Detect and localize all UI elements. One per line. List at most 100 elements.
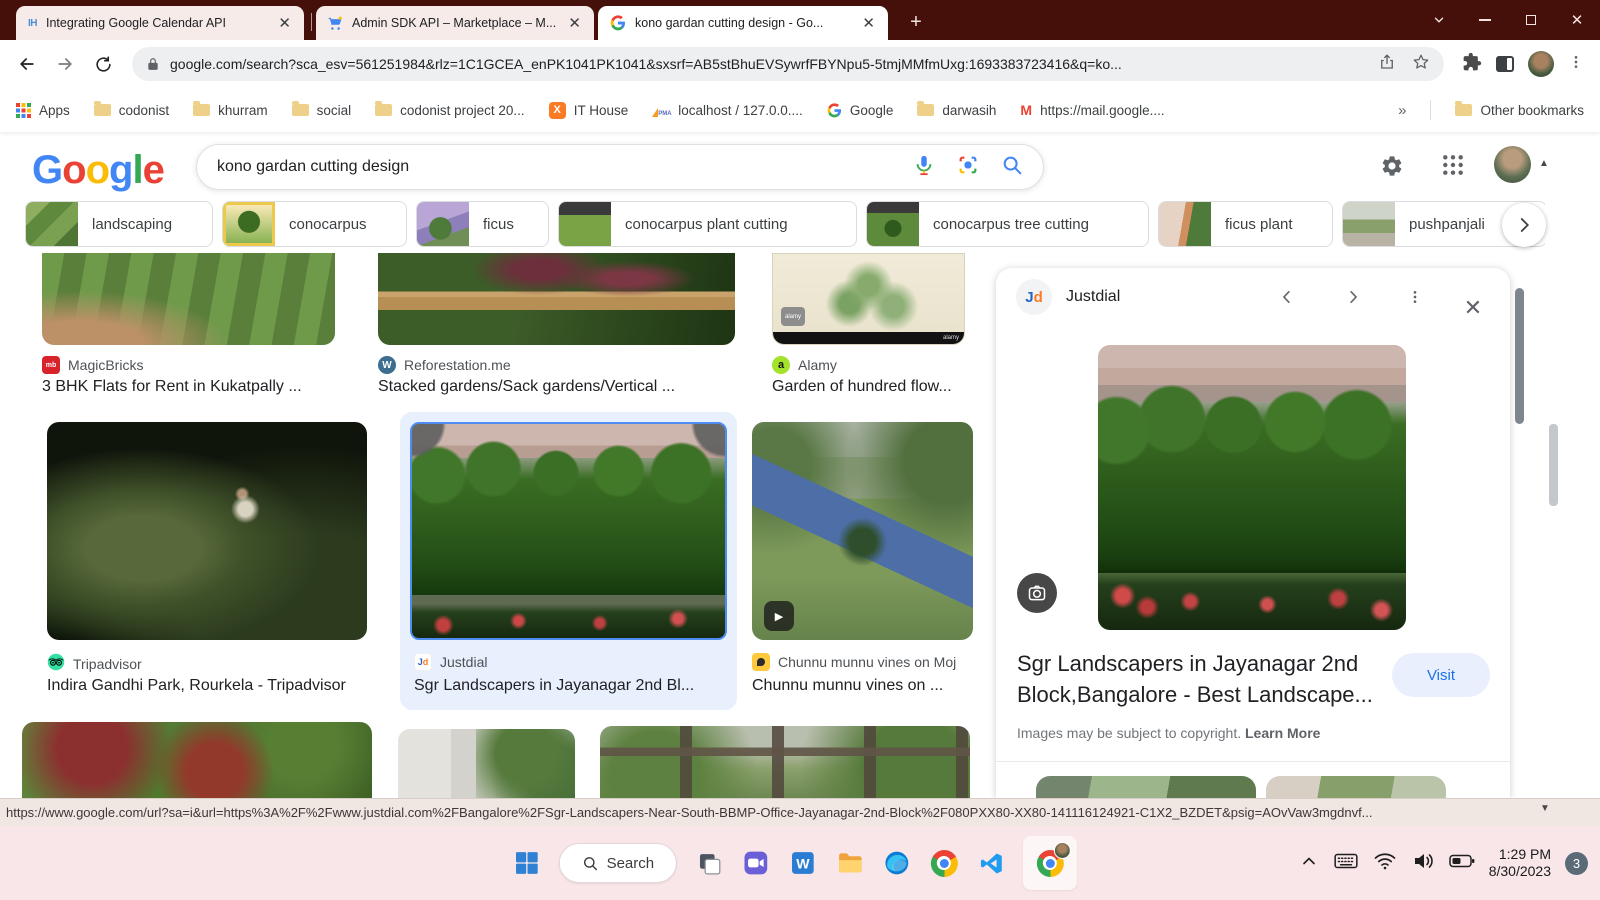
tray-chevron-up-icon[interactable] [1299,851,1319,876]
new-tab-button[interactable]: + [902,8,930,36]
chrome-button[interactable] [929,848,959,878]
search-inside-image-camera-icon[interactable] [1017,573,1057,613]
result-source[interactable]: aAlamy [772,356,837,374]
scrollbar-down-icon[interactable]: ▼ [1540,803,1550,814]
taskbar-clock[interactable]: 1:29 PM 8/30/2023 [1489,846,1551,880]
account-avatar[interactable] [1494,146,1531,183]
result-source[interactable]: mbMagicBricks [42,356,143,374]
bookmark-khurram[interactable]: khurram [193,103,268,118]
result-image-justdial-selected[interactable] [410,422,727,640]
result-source[interactable]: JdJustdial [414,653,487,671]
url-text[interactable]: google.com/search?sca_esv=561251984&rlz=… [170,56,1368,72]
browser-tab-admin-sdk[interactable]: Admin SDK API – Marketplace – M... ✕ [316,6,594,40]
preview-title[interactable]: Sgr Landscapers in Jayanagar 2nd Block,B… [1017,648,1382,710]
result-source[interactable]: Chunnu munnu vines on Moj [752,653,980,671]
forward-button[interactable] [46,45,84,83]
result-image-partial-3[interactable] [600,726,970,798]
google-logo[interactable]: Google [32,148,164,193]
visit-button[interactable]: Visit [1392,653,1490,697]
bookmark-google[interactable]: Google [827,103,894,118]
result-title[interactable]: Indira Gandhi Park, Rourkela - Tripadvis… [47,677,382,695]
tab-close-icon[interactable]: ✕ [275,14,294,32]
result-title[interactable]: Garden of hundred flow... [772,378,967,396]
bookmark-star-icon[interactable] [1412,53,1430,76]
result-title[interactable]: Stacked gardens/Sack gardens/Vertical ..… [378,378,718,396]
voice-search-mic-icon[interactable] [913,154,935,181]
tab-close-icon[interactable]: ✕ [859,14,878,32]
tab-search-chevron-icon[interactable] [1416,0,1462,40]
extensions-puzzle-icon[interactable] [1462,52,1482,77]
prev-image-button[interactable] [1270,280,1304,314]
file-explorer-button[interactable] [835,848,865,878]
teams-chat-button[interactable] [741,848,771,878]
bookmark-localhost[interactable]: PMAlocalhost / 127.0.0.... [652,103,803,118]
panel-thumbnail-1[interactable] [1036,776,1256,798]
minimize-button[interactable] [1462,0,1508,40]
result-image-partial-2[interactable] [398,729,575,798]
touch-keyboard-icon[interactable] [1333,848,1359,879]
bookmark-codonist-project[interactable]: codonist project 20... [375,103,525,118]
profile-avatar[interactable] [1528,51,1554,77]
result-source[interactable]: Tripadvisor [47,653,142,674]
tab-close-icon[interactable]: ✕ [565,14,584,32]
browser-tab-calendar-api[interactable]: IH Integrating Google Calendar API ✕ [16,6,304,40]
chip-landscaping[interactable]: landscaping [25,201,213,247]
result-image-magicbricks[interactable] [42,253,335,345]
preview-large-image[interactable] [1098,345,1406,630]
chip-ficus[interactable]: ficus [416,201,549,247]
bookmark-darwasih[interactable]: darwasih [917,103,996,118]
edge-button[interactable] [882,848,912,878]
result-image-tripadvisor[interactable] [47,422,367,640]
learn-more-link[interactable]: Learn More [1245,725,1320,741]
browser-tab-active-search[interactable]: kono gardan cutting design - Go... ✕ [598,6,888,40]
bookmark-apps[interactable]: Apps [16,103,70,118]
page-scrollbar-thumb[interactable] [1549,424,1558,506]
result-image-alamy[interactable]: alamy alamy [772,253,965,345]
side-panel-icon[interactable] [1496,56,1514,72]
panel-scrollbar-thumb[interactable] [1515,288,1524,424]
search-query-text[interactable]: kono gardan cutting design [217,158,891,176]
maximize-button[interactable] [1508,0,1554,40]
bookmark-it-house[interactable]: XIT House [549,102,629,119]
close-panel-button[interactable]: ✕ [1456,291,1490,325]
bookmark-codonist[interactable]: codonist [94,103,169,118]
next-image-button[interactable] [1336,280,1370,314]
search-input[interactable]: kono gardan cutting design [196,144,1044,190]
google-apps-grid-icon[interactable] [1442,154,1464,181]
other-bookmarks-button[interactable]: Other bookmarks [1455,103,1584,118]
address-bar[interactable]: google.com/search?sca_esv=561251984&rlz=… [132,47,1444,81]
reload-button[interactable] [84,45,122,83]
chips-next-button[interactable] [1502,203,1546,247]
bookmark-gmail[interactable]: Mhttps://mail.google.... [1020,102,1164,118]
browser-menu-kebab-icon[interactable] [1568,54,1584,75]
google-lens-icon[interactable] [957,154,979,181]
start-button[interactable] [512,848,542,878]
result-source[interactable]: WReforestation.me [378,356,511,374]
chrome-active-app-button[interactable] [1023,836,1077,890]
wifi-icon[interactable] [1373,849,1397,878]
result-title-selected[interactable]: Sgr Landscapers in Jayanagar 2nd Bl... [414,677,719,695]
chip-conocarpus-tree-cutting[interactable]: conocarpus tree cutting [866,201,1149,247]
result-title[interactable]: 3 BHK Flats for Rent in Kukatpally ... [42,378,352,396]
volume-icon[interactable] [1411,849,1435,878]
vscode-button[interactable] [976,848,1006,878]
panel-thumbnail-2[interactable] [1266,776,1446,798]
result-image-partial-1[interactable] [22,722,372,798]
chip-ficus-plant[interactable]: ficus plant [1158,201,1333,247]
chip-conocarpus[interactable]: conocarpus [222,201,407,247]
battery-icon[interactable] [1449,854,1475,873]
bookmarks-overflow-button[interactable]: » [1398,102,1406,119]
result-image-reforestation[interactable] [378,253,735,345]
scrollbar-up-icon[interactable]: ▲ [1539,158,1549,169]
word-button[interactable]: W [788,848,818,878]
back-button[interactable] [8,45,46,83]
taskbar-search[interactable]: Search [559,843,677,883]
share-icon[interactable] [1378,53,1396,76]
notification-badge[interactable]: 3 [1565,852,1588,875]
chip-conocarpus-plant-cutting[interactable]: conocarpus plant cutting [558,201,857,247]
close-window-button[interactable]: ✕ [1554,0,1600,40]
bookmark-social[interactable]: social [292,103,352,118]
task-view-button[interactable] [694,848,724,878]
panel-more-options-icon[interactable] [1398,280,1432,314]
settings-gear-icon[interactable] [1380,154,1404,183]
